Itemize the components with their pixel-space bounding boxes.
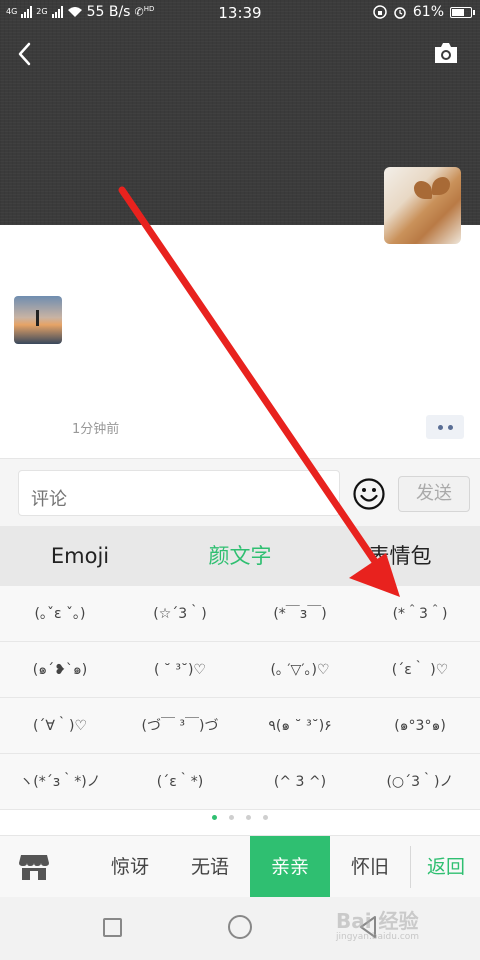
kaomoji-item[interactable]: (｡ˇε ˇ｡) — [0, 586, 120, 642]
store-icon[interactable] — [18, 852, 50, 882]
home-icon[interactable] — [228, 915, 252, 939]
post-time: 1分钟前 — [72, 422, 120, 437]
recent-apps-icon[interactable] — [103, 918, 122, 937]
kaomoji-item[interactable]: (☆´3｀) — [120, 586, 240, 642]
dot-icon — [437, 424, 443, 430]
kaomoji-row: ヽ(*´з｀*)ノ (´ε｀*) (^ 3 ^) (○´3｀)ノ — [0, 754, 480, 810]
kaomoji-row: (๑´❥`๑) ( ˘ ³˘)♡ (｡ ′▽′｡)♡ (´ε｀ )♡ — [0, 642, 480, 698]
kaomoji-item[interactable]: ヽ(*´з｀*)ノ — [0, 754, 120, 810]
page-dot-active — [212, 815, 217, 820]
status-bar: 4G 2G 55 B/s ✆HD 13:39 61% — [0, 0, 480, 26]
tab-stickers[interactable]: 表情包 — [320, 526, 480, 586]
comment-input[interactable] — [18, 470, 340, 516]
avatar-photo-detail — [414, 181, 432, 199]
battery-icon — [450, 6, 475, 18]
lock-rotation-icon — [373, 5, 387, 19]
kaomoji-row: (｡ˇε ˇ｡) (☆´3｀) (*￣з￣) (*＾3＾) — [0, 586, 480, 642]
emoji-smiley-icon[interactable] — [352, 477, 386, 511]
avatar-figure — [36, 310, 39, 326]
kaomoji-item[interactable]: (๑´❥`๑) — [0, 642, 120, 698]
status-right: 61% — [373, 4, 475, 20]
kaomoji-item[interactable]: ٩(๑ ˘ ³˘)۶ — [240, 698, 360, 754]
tab-emoji[interactable]: Emoji — [0, 526, 160, 586]
battery-percent: 61% — [412, 4, 444, 20]
category-kiss[interactable]: 亲亲 — [250, 836, 330, 898]
emoji-category-tabs: Emoji 颜文字 表情包 — [0, 526, 480, 586]
kaomoji-item[interactable]: (´ε｀*) — [120, 754, 240, 810]
category-speechless[interactable]: 无语 — [170, 836, 250, 898]
kaomoji-item[interactable]: (*＾3＾) — [360, 586, 480, 642]
comment-bar: 发送 — [0, 458, 480, 526]
kaomoji-item[interactable]: (*￣з￣) — [240, 586, 360, 642]
return-button[interactable]: 返回 — [412, 836, 480, 898]
kaomoji-category-bar: 惊讶 无语 亲亲 怀旧 返回 — [0, 835, 480, 898]
send-button[interactable]: 发送 — [398, 476, 470, 512]
divider — [410, 846, 411, 888]
kaomoji-item[interactable]: (๑°3°๑) — [360, 698, 480, 754]
camera-icon[interactable] — [432, 40, 460, 66]
category-nostalgia[interactable]: 怀旧 — [330, 836, 410, 898]
kaomoji-item[interactable]: ( ˘ ³˘)♡ — [120, 642, 240, 698]
page-indicator — [0, 815, 480, 825]
kaomoji-item[interactable]: (´∀｀)♡ — [0, 698, 120, 754]
alarm-icon — [394, 7, 406, 19]
user-avatar[interactable] — [384, 167, 461, 244]
kaomoji-item[interactable]: (｡ ′▽′｡)♡ — [240, 642, 360, 698]
kaomoji-grid: (｡ˇε ˇ｡) (☆´3｀) (*￣з￣) (*＾3＾) (๑´❥`๑) ( … — [0, 586, 480, 810]
post-more-button[interactable] — [426, 415, 464, 439]
watermark-url: jingyan.baidu.com — [336, 932, 420, 942]
post-author-avatar[interactable] — [14, 296, 62, 344]
kaomoji-item[interactable]: (づ￣ ³￣)づ — [120, 698, 240, 754]
kaomoji-row: (´∀｀)♡ (づ￣ ³￣)づ ٩(๑ ˘ ³˘)۶ (๑°3°๑) — [0, 698, 480, 754]
avatar-photo-detail-2 — [432, 177, 450, 195]
dot-icon — [447, 424, 453, 430]
kaomoji-item[interactable]: (○´3｀)ノ — [360, 754, 480, 810]
category-surprise[interactable]: 惊讶 — [90, 836, 170, 898]
kaomoji-item[interactable]: (^ 3 ^) — [240, 754, 360, 810]
watermark-brand: Bai 经验 — [336, 909, 419, 933]
page-dot — [246, 815, 251, 820]
back-icon[interactable] — [14, 40, 38, 68]
watermark-logo: Bai 经验 jingyan.baidu.com — [336, 905, 476, 945]
page-dot — [263, 815, 268, 820]
page-dot — [229, 815, 234, 820]
tab-kaomoji[interactable]: 颜文字 — [160, 526, 320, 586]
kaomoji-item[interactable]: (´ε｀ )♡ — [360, 642, 480, 698]
